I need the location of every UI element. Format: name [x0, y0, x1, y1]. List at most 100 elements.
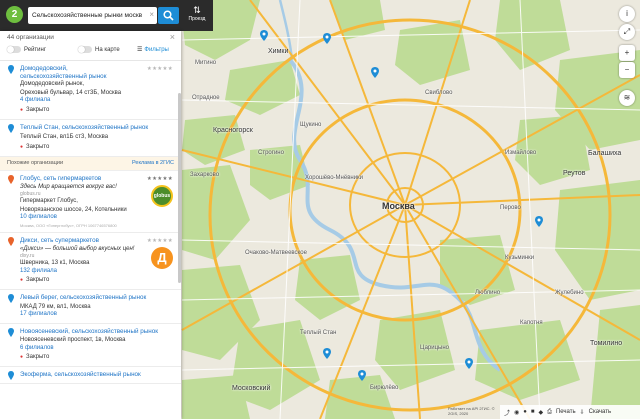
map-label-lyublino: Люблино: [475, 290, 501, 296]
zoom-out-button[interactable]: −: [619, 62, 635, 78]
download-icon: ⇩: [579, 409, 585, 416]
map-label-otradnoe: Отрадное: [192, 95, 220, 101]
marker-icon: [8, 371, 14, 380]
fb-icon[interactable]: ■: [531, 409, 535, 415]
result-address: Домодедовский рынок,: [20, 81, 85, 87]
info-icon[interactable]: i: [619, 6, 635, 22]
map-pin[interactable]: [358, 370, 366, 381]
bottom-toolbar: ⤴ ◉ ● ■ ◆ ⎙ Печать ⇩ Скачать: [500, 405, 640, 419]
result-category[interactable]: сельскохозяйственный рынок: [20, 73, 140, 81]
dixy-logo[interactable]: Д: [151, 246, 173, 269]
ad-item[interactable]: Дикси, сеть супермаркетов ★★★★★ «Дикси» …: [0, 233, 181, 290]
map-label-zhulebino: Жулебино: [555, 290, 584, 296]
map-label-strogino: Строгино: [258, 150, 284, 156]
result-status: Закрыто: [20, 143, 175, 152]
map-label-biryulevo: Бирюлёво: [370, 385, 399, 391]
layers-icon[interactable]: ≋: [619, 90, 635, 106]
zoom-in-button[interactable]: +: [619, 45, 635, 61]
result-status: Закрыто: [20, 106, 175, 115]
ad-marker-icon: [8, 236, 14, 246]
map-pin[interactable]: [371, 67, 379, 78]
result-title[interactable]: Новоясеневский, сельскохозяйственный рын…: [20, 328, 170, 336]
map-switch[interactable]: [78, 46, 92, 53]
ads-link[interactable]: Реклама в 2ГИС: [132, 160, 174, 166]
download-button[interactable]: Скачать: [589, 409, 612, 415]
map-label-balashikha: Балашиха: [588, 150, 622, 157]
result-address: Теплый Стан, вл1Б ст3, Москва: [20, 134, 109, 140]
list-item[interactable]: Экоферма, сельскохозяйственный рынок: [0, 367, 181, 384]
globus-logo[interactable]: globus: [151, 184, 173, 207]
search-box: ×: [28, 7, 157, 24]
logo-2gis[interactable]: 2: [6, 6, 23, 23]
search-button[interactable]: [158, 7, 179, 24]
similar-orgs-header: Похожие организации Реклама в 2ГИС: [0, 156, 181, 171]
result-branches[interactable]: 4 филиала: [20, 97, 175, 105]
results-list: Домодедовский, сельскохозяйственный рыно…: [0, 61, 181, 384]
map-label-perovo: Перово: [500, 205, 521, 211]
share-icon[interactable]: ⤴: [504, 408, 510, 417]
filters-button[interactable]: ☰ Фильтры: [137, 46, 169, 53]
list-item[interactable]: Левый берег, сельскохозяйственный рынок …: [0, 290, 181, 324]
similar-orgs-label: Похожие организации: [7, 160, 64, 166]
map-pin[interactable]: [323, 33, 331, 44]
result-branches[interactable]: 17 филиалов: [20, 311, 175, 319]
ad-marker-icon: [8, 174, 14, 184]
rating-toggle-label: Рейтинг: [24, 46, 47, 53]
result-address: Новоясеневский проспект, 1в, Москва: [20, 337, 126, 343]
map-toggle-label: На карте: [95, 46, 120, 53]
result-branches[interactable]: 6 филиалов: [20, 345, 175, 353]
map-pin[interactable]: [323, 348, 331, 359]
map-label-sviblovo: Свиблово: [425, 90, 453, 96]
result-address: МКАД 79 км, вл1, Москва: [20, 303, 91, 310]
ad-title[interactable]: Глобус, сеть гипермаркетов: [20, 175, 140, 183]
map-label-mitino: Митино: [195, 60, 217, 66]
marker-icon: [8, 65, 14, 74]
map-label-moskovsky: Московский: [232, 385, 271, 392]
result-title[interactable]: Экоферма, сельскохозяйственный рынок: [20, 371, 170, 379]
ad-branches[interactable]: 132 филиала: [20, 268, 175, 276]
top-bar: 2 × ⇅ Проезд: [0, 0, 213, 31]
route-button[interactable]: ⇅ Проезд: [186, 5, 208, 27]
ad-title[interactable]: Дикси, сеть супермаркетов: [20, 237, 140, 245]
route-icon: ⇅: [193, 5, 201, 15]
result-title[interactable]: Теплый Стан, сельскохозяйственный рынок: [20, 124, 170, 132]
map-pin[interactable]: [465, 358, 473, 369]
map-label-reutov: Реутов: [563, 170, 586, 177]
vk-icon[interactable]: ◉: [514, 409, 519, 416]
results-count: 44 организации: [7, 34, 54, 41]
print-button[interactable]: Печать: [556, 409, 576, 415]
rating-toggle[interactable]: Рейтинг: [7, 46, 46, 53]
ad-address-line2: Новорязанское шоссе, 24, Котельники: [20, 206, 127, 213]
copyright-text[interactable]: Работает на API 2ГИС. © 2GIS, 2020: [448, 406, 496, 416]
clear-search-icon[interactable]: ×: [149, 10, 154, 19]
filters-icon: ☰: [137, 47, 143, 53]
close-icon[interactable]: ×: [170, 32, 175, 42]
map-label-shchukino: Щукино: [300, 122, 322, 128]
ad-item[interactable]: Глобус, сеть гипермаркетов ★★★★★ Здесь М…: [0, 171, 181, 233]
list-item[interactable]: Новоясеневский, сельскохозяйственный рын…: [0, 324, 181, 367]
marker-icon: [8, 123, 14, 133]
list-item[interactable]: Домодедовский, сельскохозяйственный рыно…: [0, 61, 181, 120]
list-item[interactable]: Теплый Стан, сельскохозяйственный рынок …: [0, 120, 181, 157]
panel-scrollbar[interactable]: [178, 93, 181, 283]
result-title[interactable]: Домодедовский,: [20, 65, 140, 73]
search-input[interactable]: [28, 7, 148, 24]
ok-icon[interactable]: ●: [523, 409, 527, 415]
map-toggle[interactable]: На карте: [78, 46, 120, 53]
result-title[interactable]: Левый берег, сельскохозяйственный рынок: [20, 294, 170, 302]
fullscreen-icon[interactable]: ⤢: [619, 24, 635, 40]
rating-switch[interactable]: [7, 46, 21, 53]
rating-stars: ★★★★★: [146, 237, 173, 244]
result-address-line2: Ореховый бульвар, 14 ст3Б, Москва: [20, 89, 122, 96]
map-label-center: Москва: [382, 201, 415, 211]
ad-branches[interactable]: 10 филиалов: [20, 214, 175, 222]
map-pin[interactable]: [535, 216, 543, 227]
results-panel: 44 организации × Рейтинг На карте ☰ Фильт…: [0, 31, 181, 419]
marker-icon: [8, 294, 14, 303]
search-icon: [163, 10, 174, 21]
panel-header: 44 организации × Рейтинг На карте ☰ Фильт…: [0, 31, 181, 61]
twitter-icon[interactable]: ◆: [539, 409, 544, 416]
map-pin[interactable]: [260, 30, 268, 41]
rating-stars: ★★★★★: [146, 175, 173, 182]
map-label-kapotnya: Капотня: [520, 320, 543, 326]
